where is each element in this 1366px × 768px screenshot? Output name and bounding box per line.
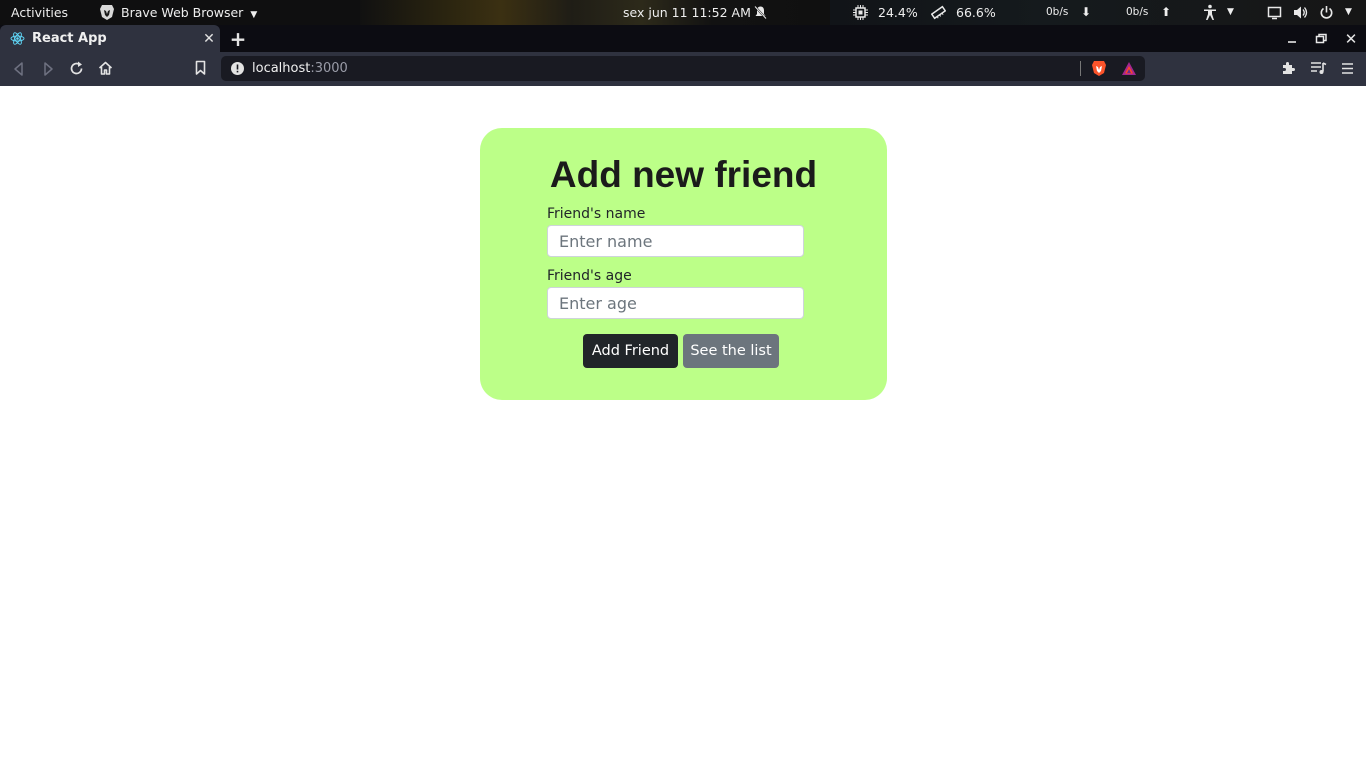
extensions-icon[interactable] [1281, 60, 1297, 76]
menu-icon[interactable] [1340, 61, 1355, 76]
friend-name-input[interactable] [547, 225, 804, 257]
url-text[interactable]: localhost:3000 [252, 56, 348, 81]
new-tab-icon[interactable]: + [228, 27, 248, 51]
react-logo-icon [10, 31, 25, 46]
add-friend-button[interactable]: Add Friend [583, 334, 678, 368]
page-title: Add new friend [549, 154, 818, 195]
arrow-down-icon: ⬇ [1081, 5, 1092, 19]
net-up-speed: 0b/s [1126, 6, 1149, 18]
see-list-button[interactable]: See the list [683, 334, 779, 368]
cpu-icon [853, 5, 868, 20]
url-port: :3000 [310, 61, 348, 76]
friend-name-label: Friend's name [547, 206, 646, 222]
caret-down-icon: ▼ [250, 10, 258, 20]
bookmark-icon[interactable] [193, 60, 208, 76]
brave-lion-icon [99, 4, 115, 21]
app-menu[interactable]: Brave Web Browser ▼ [121, 0, 257, 25]
app-menu-label: Brave Web Browser [121, 5, 244, 20]
address-bar[interactable] [221, 56, 1145, 81]
close-window-icon[interactable]: ✕ [1342, 30, 1360, 48]
notifications-off-icon [753, 5, 768, 20]
playlist-icon[interactable] [1310, 60, 1327, 76]
volume-icon[interactable] [1293, 5, 1308, 20]
close-tab-icon[interactable]: ✕ [200, 30, 218, 48]
tab-title: React App [32, 31, 107, 46]
memory-usage: 66.6% [956, 5, 996, 20]
cpu-usage: 24.4% [878, 5, 918, 20]
caret-down-icon[interactable]: ▼ [1227, 0, 1234, 25]
brave-shields-icon[interactable] [1091, 60, 1107, 77]
activities-button[interactable]: Activities [11, 0, 68, 25]
clock[interactable]: sex jun 11 11:52 AM [623, 0, 751, 25]
screen-icon[interactable] [1267, 5, 1282, 20]
net-down-speed: 0b/s [1046, 6, 1069, 18]
caret-down-icon[interactable]: ▼ [1345, 0, 1352, 25]
friend-age-input[interactable] [547, 287, 804, 319]
minimize-window-icon[interactable] [1284, 31, 1300, 47]
url-host: localhost [252, 61, 311, 76]
site-info-icon[interactable] [230, 61, 245, 76]
friend-age-label: Friend's age [547, 268, 632, 284]
arrow-up-icon: ⬆ [1161, 5, 1172, 19]
brave-rewards-icon[interactable] [1121, 61, 1137, 76]
restore-window-icon[interactable] [1313, 31, 1329, 47]
back-icon[interactable] [11, 61, 27, 77]
reload-icon[interactable] [68, 60, 85, 77]
forward-icon[interactable] [40, 61, 56, 77]
address-bar-divider [1080, 61, 1081, 76]
accessibility-icon[interactable] [1202, 4, 1218, 21]
power-icon[interactable] [1319, 5, 1334, 20]
memory-icon [930, 5, 947, 20]
home-icon[interactable] [97, 60, 114, 77]
